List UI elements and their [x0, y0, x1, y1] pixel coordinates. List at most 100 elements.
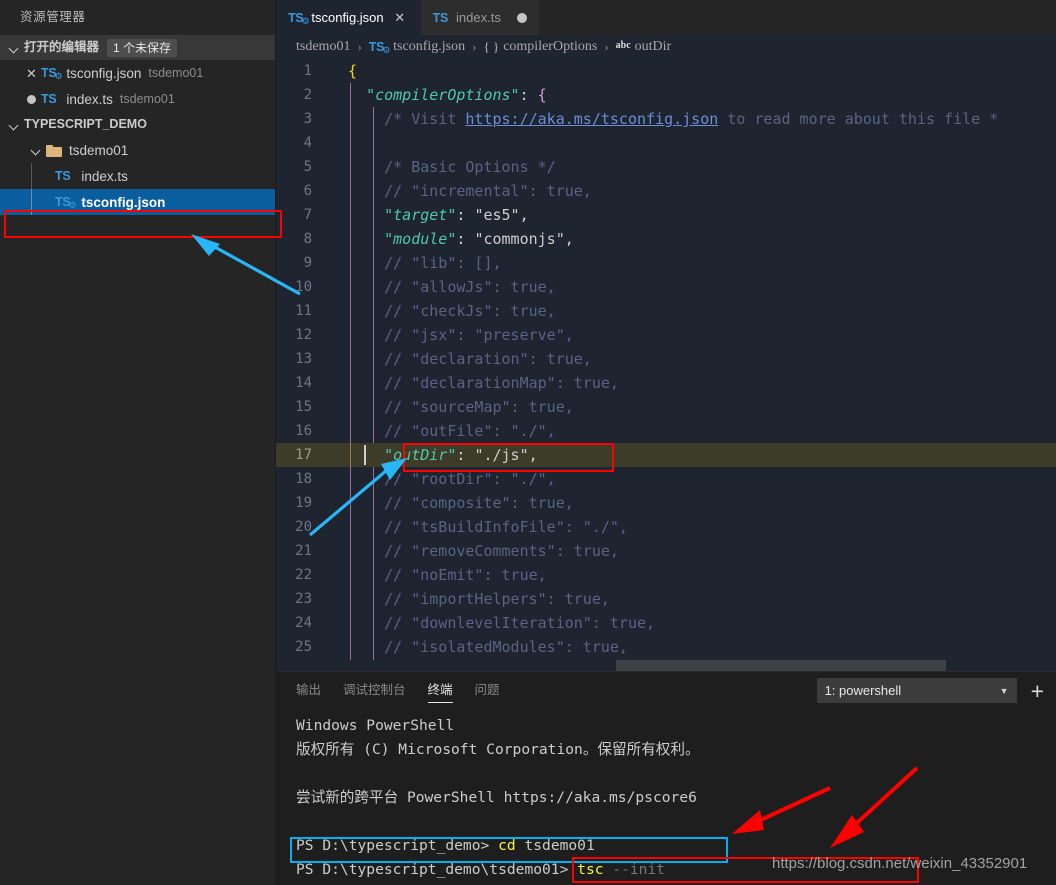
panel-tabbar: 输出 调试控制台 终端 问题 1: powershell ▼ + — [276, 672, 1056, 708]
ts-config-icon: TS — [369, 40, 391, 56]
tab-tsconfig-json[interactable]: TS tsconfig.json ✕ — [276, 0, 421, 35]
chevron-down-icon — [28, 142, 44, 158]
line-content: // "isolatedModules": true, — [348, 638, 628, 656]
terminal-selector-dropdown[interactable]: 1: powershell ▼ — [816, 678, 1017, 703]
code-line: 9 // "lib": [], /* Specify library files… — [276, 251, 1056, 275]
line-content: // "checkJs": true, — [348, 302, 556, 320]
workspace-label: TYPESCRIPT_DEMO — [24, 117, 147, 131]
line-number: 15 — [276, 395, 334, 419]
line-content: // "noEmit": true, — [348, 566, 547, 584]
explorer-sidebar: 资源管理器 打开的编辑器 1 个未保存 ✕ TS tsconfig.json t… — [0, 0, 276, 885]
code-line: 22 // "noEmit": true, /* Do not emit out… — [276, 563, 1056, 587]
line-content: /* Visit https://aka.ms/tsconfig.json to… — [348, 110, 999, 128]
line-content: "outDir": "./js", — [384, 446, 538, 464]
code-line: 4 — [276, 131, 1056, 155]
bottom-panel: 输出 调试控制台 终端 问题 1: powershell ▼ + Windows… — [276, 671, 1056, 885]
breadcrumb-separator-icon: › — [357, 39, 362, 54]
line-content: // "tsBuildInfoFile": "./", — [348, 518, 628, 536]
line-number: 7 — [276, 203, 334, 227]
terminal-prompt: PS D:\typescript_demo> — [296, 837, 499, 854]
code-line-active: 17 "outDir": "./js", /* Redirect output … — [276, 443, 1056, 467]
code-editor[interactable]: 1 { 2 "compilerOptions": { 3 /* Visit ht… — [276, 59, 1056, 671]
terminal-command: cd — [498, 837, 516, 854]
line-number: 20 — [276, 515, 334, 539]
tab-label: index.ts — [456, 10, 501, 25]
folder-icon — [46, 144, 63, 157]
open-editors-label: 打开的编辑器 — [24, 40, 100, 54]
line-number: 5 — [276, 155, 334, 179]
line-number: 23 — [276, 587, 334, 611]
tab-index-ts[interactable]: TS index.ts — [420, 0, 540, 35]
file-item-index-ts[interactable]: TS index.ts — [0, 163, 275, 189]
ts-config-icon: TS — [288, 11, 310, 27]
line-content: /* Basic Options */ — [348, 158, 556, 176]
chevron-down-icon — [6, 40, 22, 56]
line-content: // "composite": true, — [348, 494, 574, 512]
code-line: 11 // "checkJs": true, /* Report errors … — [276, 299, 1056, 323]
open-editor-item-tsconfig[interactable]: ✕ TS tsconfig.json tsdemo01 — [0, 60, 275, 86]
line-content: "module": "commonjs", — [384, 230, 574, 248]
folder-name: tsdemo01 — [69, 142, 129, 158]
terminal-command-arg: --init — [603, 861, 666, 878]
new-terminal-button[interactable]: + — [1031, 679, 1044, 702]
code-line: 5 /* Basic Options */ — [276, 155, 1056, 179]
line-number: 13 — [276, 347, 334, 371]
panel-tab-problems[interactable]: 问题 — [475, 672, 500, 708]
code-line: 24 // "downlevelIteration": true, /* Pro… — [276, 611, 1056, 635]
breadcrumb-property[interactable]: outDir — [635, 39, 672, 55]
panel-tab-terminal[interactable]: 终端 — [427, 672, 453, 708]
file-name: index.ts — [81, 168, 128, 184]
open-editor-item-index[interactable]: TS index.ts tsdemo01 — [0, 86, 275, 112]
line-content: "target": "es5", — [384, 206, 529, 224]
open-editor-name: tsconfig.json — [66, 65, 142, 81]
chevron-down-icon: ▼ — [999, 685, 1009, 696]
line-number: 4 — [276, 131, 334, 155]
terminal-line: 版权所有 (C) Microsoft Corporation。保留所有权利。 — [296, 741, 700, 758]
line-content: // "rootDir": "./", — [348, 470, 556, 488]
line-content: // "outFile": "./", — [348, 422, 556, 440]
open-editor-folder: tsdemo01 — [148, 66, 204, 80]
line-number: 22 — [276, 563, 334, 587]
file-name: tsconfig.json — [81, 194, 166, 210]
code-line: 16 // "outFile": "./", /* Concatenate an… — [276, 419, 1056, 443]
chevron-down-icon — [6, 117, 22, 133]
ts-config-icon: TS — [41, 66, 63, 82]
line-number: 21 — [276, 539, 334, 563]
explorer-title: 资源管理器 — [20, 10, 86, 24]
line-number: 17 — [276, 443, 334, 467]
close-icon[interactable]: ✕ — [22, 67, 41, 80]
workspace-section-header[interactable]: TYPESCRIPT_DEMO — [0, 112, 275, 137]
folder-item-tsdemo01[interactable]: tsdemo01 — [0, 137, 275, 163]
terminal-line: Windows PowerShell — [296, 717, 455, 734]
line-number: 18 — [276, 467, 334, 491]
line-number: 19 — [276, 491, 334, 515]
breadcrumb-object[interactable]: compilerOptions — [503, 39, 597, 55]
breadcrumb-root[interactable]: tsdemo01 — [296, 39, 350, 55]
line-number: 3 — [276, 107, 334, 131]
line-number: 9 — [276, 251, 334, 275]
line-number: 25 — [276, 635, 334, 659]
tabbar-empty-space — [539, 0, 1056, 35]
breadcrumb-separator-icon: › — [604, 39, 609, 54]
ts-icon: TS — [41, 92, 57, 106]
line-number: 24 — [276, 611, 334, 635]
code-line: 6 // "incremental": true, /* Enable incr… — [276, 179, 1056, 203]
file-item-tsconfig-json[interactable]: TS tsconfig.json — [0, 189, 275, 215]
line-content — [334, 131, 1056, 155]
line-content: // "allowJs": true, — [348, 278, 556, 296]
panel-tab-debug-console[interactable]: 调试控制台 — [343, 672, 406, 708]
code-line: 20 // "tsBuildInfoFile": "./", /* Specif… — [276, 515, 1056, 539]
tab-close-icon[interactable]: ✕ — [392, 10, 408, 26]
open-editor-folder: tsdemo01 — [119, 92, 175, 106]
line-number: 8 — [276, 227, 334, 251]
dirty-dot-icon — [516, 12, 527, 23]
code-line: 1 { — [276, 59, 1056, 83]
line-content: { — [348, 62, 358, 80]
breadcrumb-file[interactable]: tsconfig.json — [393, 39, 465, 55]
open-editors-section-header[interactable]: 打开的编辑器 1 个未保存 — [0, 35, 275, 60]
code-line: 8 "module": "commonjs", /* Specify modul… — [276, 227, 1056, 251]
panel-tab-output[interactable]: 输出 — [296, 672, 321, 708]
ts-config-icon: TS — [55, 195, 77, 211]
editor-horizontal-scrollbar[interactable] — [616, 660, 946, 671]
